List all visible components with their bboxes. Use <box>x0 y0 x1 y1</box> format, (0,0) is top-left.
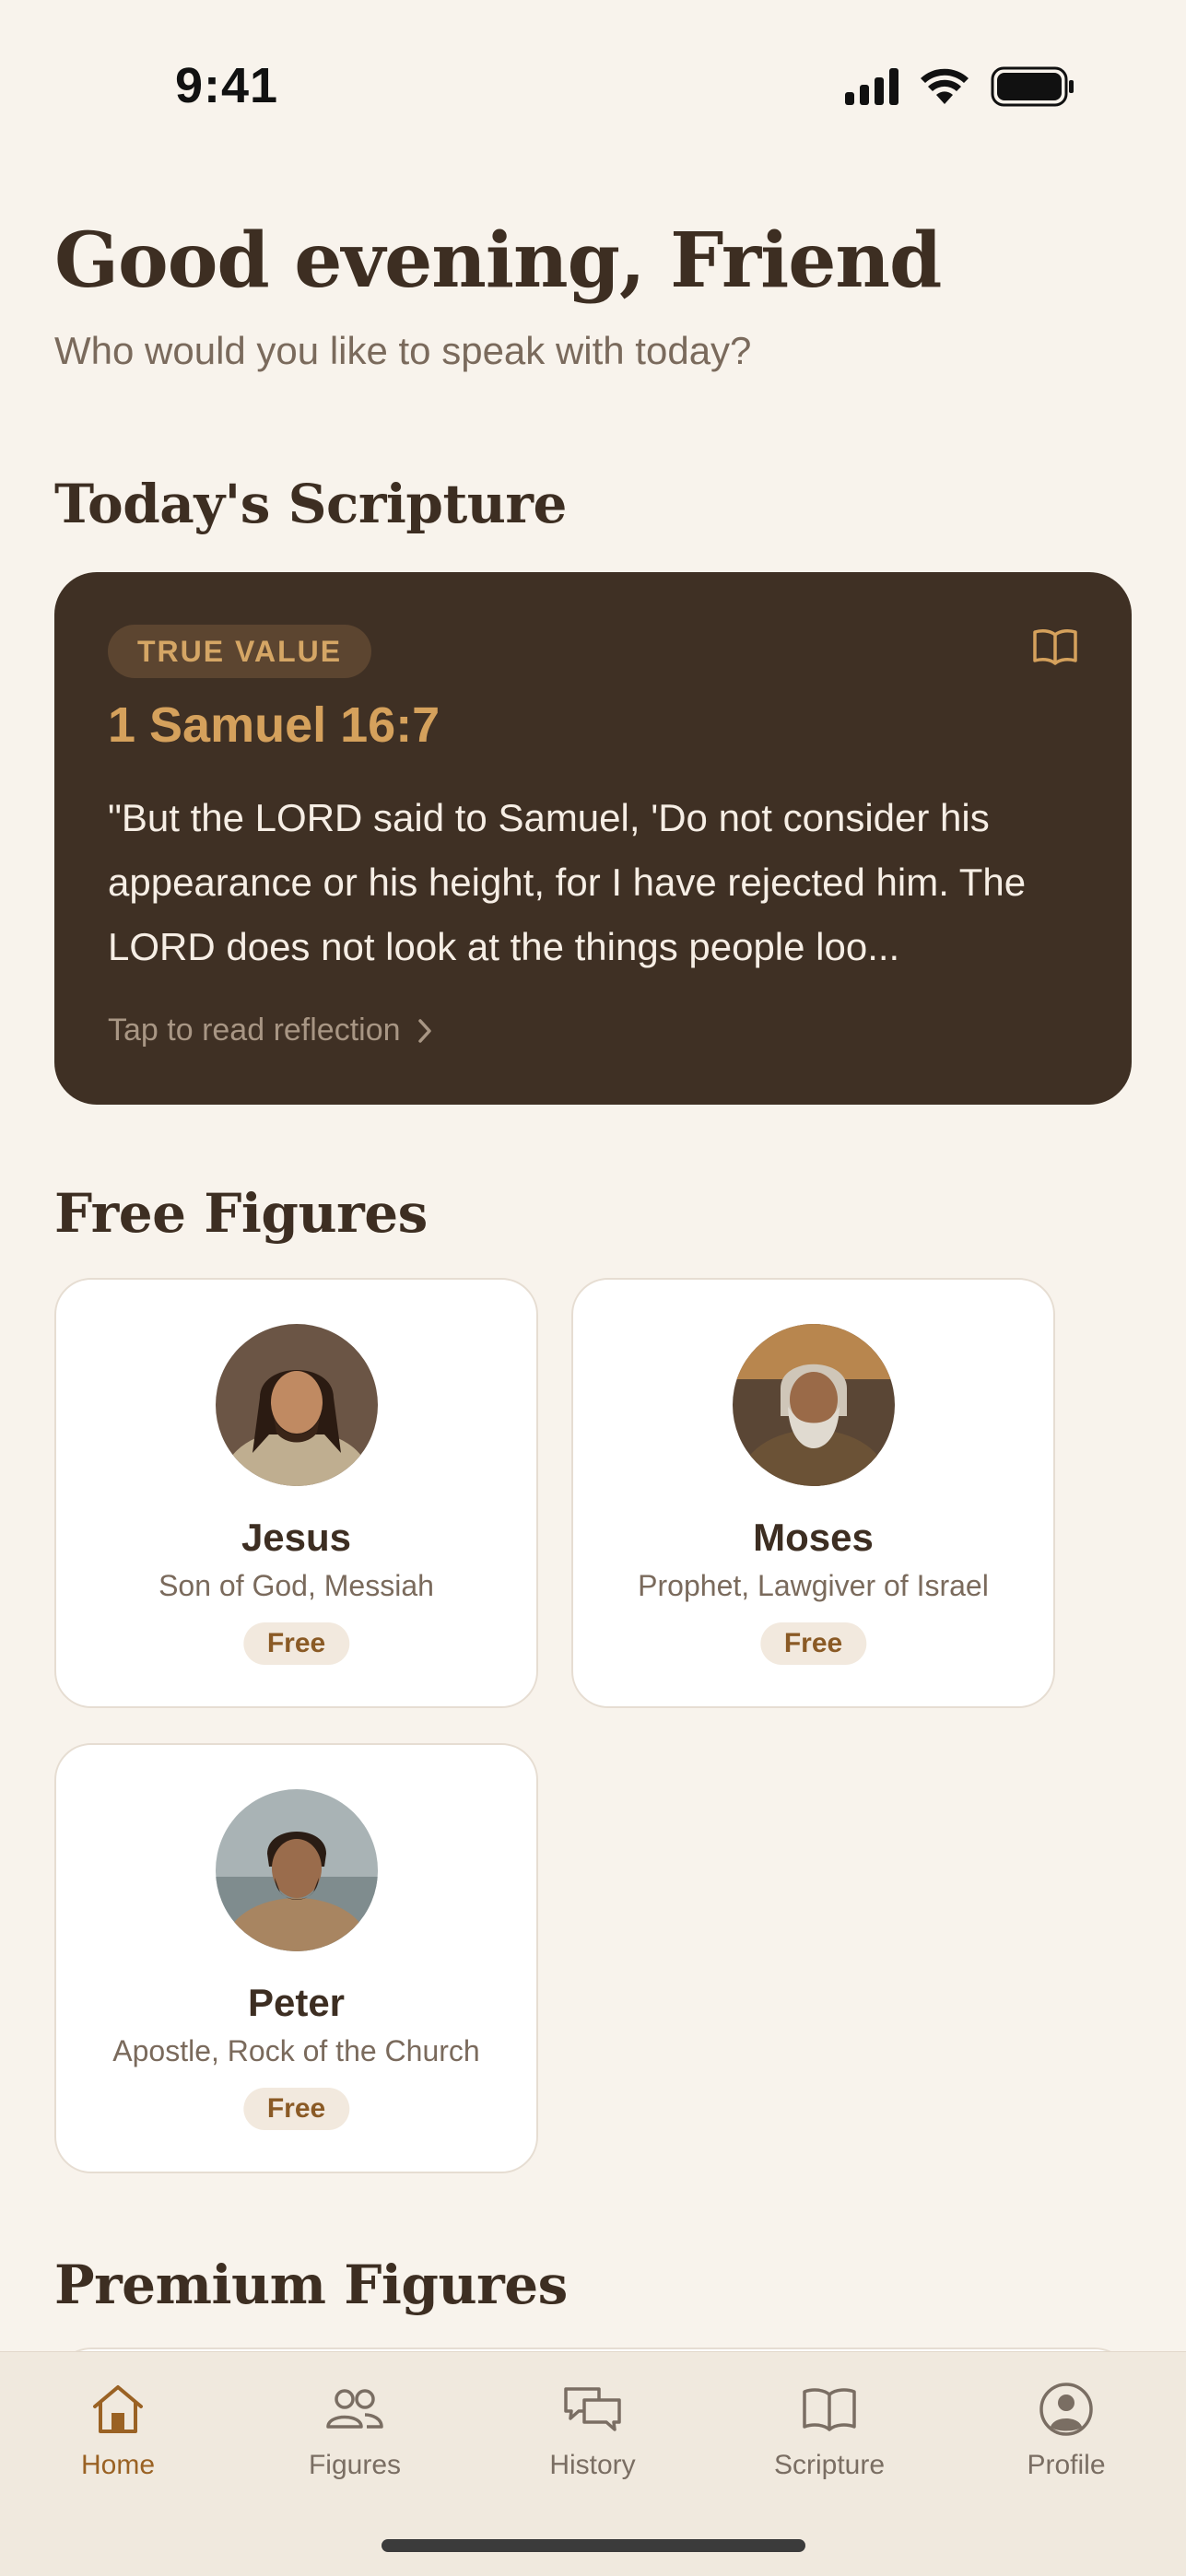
greeting-subtitle: Who would you like to speak with today? <box>54 329 752 372</box>
battery-icon <box>991 66 1074 107</box>
figure-role: Son of God, Messiah <box>159 1569 434 1602</box>
peter-portrait-icon <box>215 1789 378 1951</box>
cellular-signal-icon <box>845 68 898 105</box>
tab-label: History <box>549 2450 636 2480</box>
wifi-icon <box>921 68 969 104</box>
free-badge: Free <box>242 1622 350 1665</box>
avatar <box>215 1324 378 1486</box>
status-bar: 9:41 <box>0 0 1186 175</box>
avatar <box>215 1789 378 1951</box>
tab-scripture[interactable]: Scripture <box>737 2374 922 2481</box>
profile-icon <box>1039 2383 1093 2436</box>
tab-history[interactable]: History <box>500 2374 685 2481</box>
premium-figures-section-title: Premium Figures <box>54 2254 568 2316</box>
book-icon <box>803 2388 856 2431</box>
read-reflection-link[interactable]: Tap to read reflection <box>108 1013 432 1048</box>
home-indicator[interactable] <box>382 2539 805 2552</box>
figure-card-jesus[interactable]: Jesus Son of God, Messiah Free <box>54 1278 538 1708</box>
free-badge: Free <box>759 1622 867 1665</box>
home-icon <box>93 2385 143 2433</box>
scripture-reference: 1 Samuel 16:7 <box>108 697 440 753</box>
avatar <box>732 1324 895 1486</box>
figure-role: Apostle, Rock of the Church <box>112 2034 480 2067</box>
people-icon <box>326 2389 383 2429</box>
tab-profile[interactable]: Profile <box>974 2374 1158 2481</box>
scripture-text: "But the LORD said to Samuel, 'Do not co… <box>108 796 1027 968</box>
tab-label: Figures <box>308 2450 402 2480</box>
moses-portrait-icon <box>732 1324 895 1486</box>
scripture-theme-badge: TRUE VALUE <box>108 625 372 678</box>
open-book-icon[interactable] <box>1032 627 1078 666</box>
free-figures-section-title: Free Figures <box>54 1182 428 1245</box>
scripture-card[interactable]: TRUE VALUE 1 Samuel 16:7 "But the LORD s… <box>54 572 1132 1105</box>
figure-name: Peter <box>247 1981 346 2024</box>
jesus-portrait-icon <box>215 1324 378 1486</box>
scripture-section-title: Today's Scripture <box>54 473 567 535</box>
tab-label: Scripture <box>773 2450 886 2480</box>
tab-home[interactable]: Home <box>26 2374 210 2481</box>
figure-card-peter[interactable]: Peter Apostle, Rock of the Church Free <box>54 1743 538 2173</box>
status-time: 9:41 <box>175 58 279 113</box>
figure-card-moses[interactable]: Moses Prophet, Lawgiver of Israel Free <box>571 1278 1055 1708</box>
greeting-title: Good evening, Friend <box>54 217 942 305</box>
figure-role: Prophet, Lawgiver of Israel <box>638 1569 989 1602</box>
tab-label: Home <box>80 2450 156 2480</box>
read-reflection-label: Tap to read reflection <box>108 1013 401 1048</box>
figure-name: Jesus <box>241 1516 352 1559</box>
status-icons <box>845 66 1075 107</box>
tab-figures[interactable]: Figures <box>263 2374 447 2481</box>
chat-bubbles-icon <box>564 2387 621 2431</box>
chevron-right-icon <box>417 1018 431 1043</box>
free-badge: Free <box>242 2088 350 2130</box>
figure-name: Moses <box>753 1516 874 1559</box>
tab-label: Profile <box>1027 2450 1106 2480</box>
